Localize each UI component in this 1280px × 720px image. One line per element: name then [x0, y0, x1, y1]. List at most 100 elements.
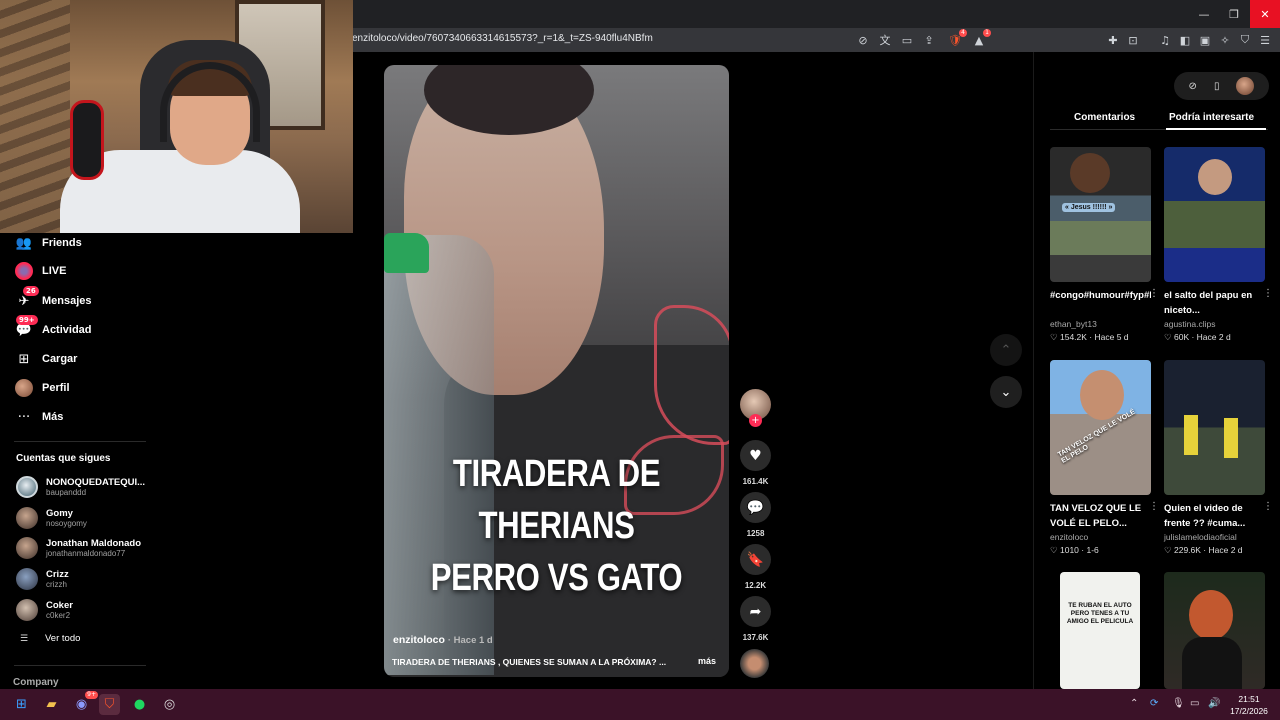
brave-rewards-icon[interactable]: ▲ 1	[970, 29, 991, 49]
following-item[interactable]: Coker c0ker2	[16, 598, 73, 622]
thumb-overlay-text: TE RUBAN EL AUTO PERO TENES A TU AMIGO E…	[1066, 602, 1134, 625]
chevron-up-icon[interactable]: ⌃	[1130, 698, 1138, 709]
vpn-icon[interactable]: ⛉	[1236, 31, 1254, 49]
music-icon[interactable]: ♫	[1156, 31, 1174, 49]
see-all-label: Ver todo	[45, 633, 81, 644]
taskbar: ⊞ ▰ ◉ 9+ ⛉ ● ◎ ⌃ ⟳ 🎙 ▭ 🔊 21:51 17/2/2026	[0, 689, 1280, 720]
card-menu-icon[interactable]: ⋮	[1263, 288, 1273, 299]
company-link[interactable]: Company	[13, 677, 59, 688]
following-item[interactable]: NONOQUEDATEQUI... baupanddd	[16, 475, 145, 499]
follow-plus-icon[interactable]: +	[749, 414, 762, 427]
microphone-icon[interactable]: 🎙	[1172, 698, 1185, 709]
following-item[interactable]: Crizz crizzh	[16, 567, 69, 591]
sidebar-item-messages[interactable]: ✈ 26 Mensajes	[14, 286, 92, 311]
video-thumbnail[interactable]: TE RUBAN EL AUTO PERO TENES A TU AMIGO E…	[1060, 572, 1140, 689]
minimize-button[interactable]: —	[1189, 0, 1219, 28]
extensions-icon[interactable]: ✚	[1104, 31, 1122, 49]
video-card[interactable]: « Jesus !!!!!! » #congo#humour#fyp#bus e…	[1050, 147, 1159, 343]
menu-icon[interactable]: ☰	[1256, 31, 1274, 49]
sidebar-item-more[interactable]: ··· Más	[14, 407, 64, 427]
heart-icon: ♡	[1050, 332, 1060, 342]
sync-icon[interactable]: ⟳	[1150, 698, 1158, 709]
wallet-icon[interactable]: ▣	[1196, 31, 1214, 49]
save-button[interactable]: 🔖	[740, 544, 771, 575]
author-name[interactable]: enzitoloco	[393, 634, 445, 646]
comment-count: 1258	[746, 529, 765, 538]
avatar[interactable]	[1236, 77, 1255, 95]
card-user[interactable]: agustina.clips	[1164, 319, 1265, 329]
screenshot-icon[interactable]: ⊡	[1124, 31, 1142, 49]
card-menu-icon[interactable]: ⋮	[1263, 501, 1273, 512]
more-button[interactable]: más	[698, 656, 716, 666]
video-card[interactable]	[1164, 572, 1265, 689]
share-icon[interactable]: ⇪	[920, 31, 938, 49]
tab-recommended[interactable]: Podría interesarte	[1169, 112, 1254, 123]
live-icon	[14, 261, 34, 281]
previous-video-button[interactable]: ⌃	[990, 334, 1022, 366]
cast-icon[interactable]: ⊘	[854, 31, 872, 49]
sidebar-item-upload[interactable]: ⊞ Cargar	[14, 349, 78, 369]
url-text[interactable]: enzitoloco/video/7607340663314615573?_r=…	[352, 33, 653, 44]
see-all-link[interactable]: ☰ Ver todo	[20, 633, 80, 644]
card-meta: ♡ 60K · Hace 2 d	[1164, 332, 1231, 342]
restore-button[interactable]: ❐	[1219, 0, 1249, 28]
card-menu-icon[interactable]: ⋮	[1149, 501, 1159, 512]
picture-in-picture-icon[interactable]: ▭	[898, 31, 916, 49]
sidebar-toggle-icon[interactable]: ◧	[1176, 31, 1194, 49]
windows-start-icon[interactable]: ⊞	[11, 694, 32, 715]
video-card[interactable]: Quien el video de frente ?? #cuma... jul…	[1164, 360, 1273, 556]
card-title[interactable]: #congo#humour#fyp#bus	[1050, 288, 1151, 318]
card-menu-icon[interactable]: ⋮	[1149, 288, 1159, 299]
following-item[interactable]: Jonathan Maldonado jonathanmaldonado77	[16, 536, 141, 560]
brave-shield-icon[interactable]: 🛡 4	[946, 29, 967, 49]
card-title[interactable]: el salto del papu en niceto...	[1164, 288, 1265, 318]
sidebar-item-activity[interactable]: 💬 99+ Actividad	[14, 315, 92, 340]
like-button[interactable]: ♥	[740, 440, 771, 471]
video-card[interactable]: TE RUBAN EL AUTO PERO TENES A TU AMIGO E…	[1050, 572, 1151, 689]
system-clock[interactable]: 21:51 17/2/2026	[1224, 693, 1274, 717]
card-user[interactable]: julislamelodiaoficial	[1164, 532, 1265, 542]
video-thumbnail[interactable]: TAN VELOZ QUE LE VOLÉ EL PELO	[1050, 360, 1151, 495]
screen: — ❐ ✕ enzitoloco/video/76073406633146155…	[0, 0, 1280, 720]
app-icon[interactable]: ◎	[159, 694, 180, 715]
video-card[interactable]: el salto del papu en niceto... agustina.…	[1164, 147, 1273, 343]
spotify-icon[interactable]: ●	[129, 694, 150, 715]
sidebar-item-friends[interactable]: 👥 Friends	[14, 233, 82, 253]
tab-comments[interactable]: Comentarios	[1074, 112, 1135, 123]
video-thumbnail[interactable]: « Jesus !!!!!! »	[1050, 147, 1151, 282]
card-title[interactable]: Quien el video de frente ?? #cuma...	[1164, 501, 1265, 531]
compass-icon[interactable]: ⊘	[1189, 81, 1197, 92]
sidebar-item-profile[interactable]: Perfil	[14, 378, 70, 398]
file-explorer-icon[interactable]: ▰	[41, 694, 62, 715]
video-thumbnail[interactable]	[1164, 360, 1265, 495]
thumb-person	[1189, 590, 1233, 640]
share-button[interactable]: ➦	[740, 596, 771, 627]
video-player[interactable]: TIRADERA DE THERIANS PERRO VS GATO enzit…	[384, 65, 729, 677]
video-author[interactable]: enzitoloco · Hace 1 d	[393, 634, 493, 646]
network-icon[interactable]: ▭	[1190, 698, 1199, 709]
sidebar-item-label: Perfil	[42, 382, 70, 394]
brave-browser-icon[interactable]: ⛉	[99, 694, 120, 715]
following-item[interactable]: Gomy nosoygomy	[16, 506, 87, 530]
following-handle: nosoygomy	[46, 519, 87, 528]
next-video-button[interactable]: ⌄	[990, 376, 1022, 408]
card-title[interactable]: TAN VELOZ QUE LE VOLÉ EL PELO...	[1050, 501, 1151, 531]
avatar	[16, 568, 38, 590]
card-user[interactable]: ethan_byt13	[1050, 319, 1151, 329]
discord-icon[interactable]: ◉ 9+	[71, 691, 98, 715]
video-thumbnail[interactable]	[1164, 572, 1265, 689]
comment-button[interactable]: 💬	[740, 492, 771, 523]
close-button[interactable]: ✕	[1250, 0, 1280, 28]
sidebar-item-label: LIVE	[42, 265, 67, 277]
video-card[interactable]: TAN VELOZ QUE LE VOLÉ EL PELO TAN VELOZ …	[1050, 360, 1159, 556]
volume-icon[interactable]: 🔊	[1208, 698, 1220, 709]
clock-time: 21:51	[1238, 694, 1260, 704]
phone-icon[interactable]: ▯	[1214, 81, 1220, 92]
sound-disc-icon[interactable]	[740, 649, 769, 678]
leo-ai-icon[interactable]: ✧	[1216, 31, 1234, 49]
video-thumbnail[interactable]	[1164, 147, 1265, 282]
sidebar-item-live[interactable]: LIVE	[14, 261, 66, 281]
heart-icon: ♡	[1164, 332, 1174, 342]
card-user[interactable]: enzitoloco	[1050, 532, 1151, 542]
translate-icon[interactable]: 文	[876, 31, 894, 49]
